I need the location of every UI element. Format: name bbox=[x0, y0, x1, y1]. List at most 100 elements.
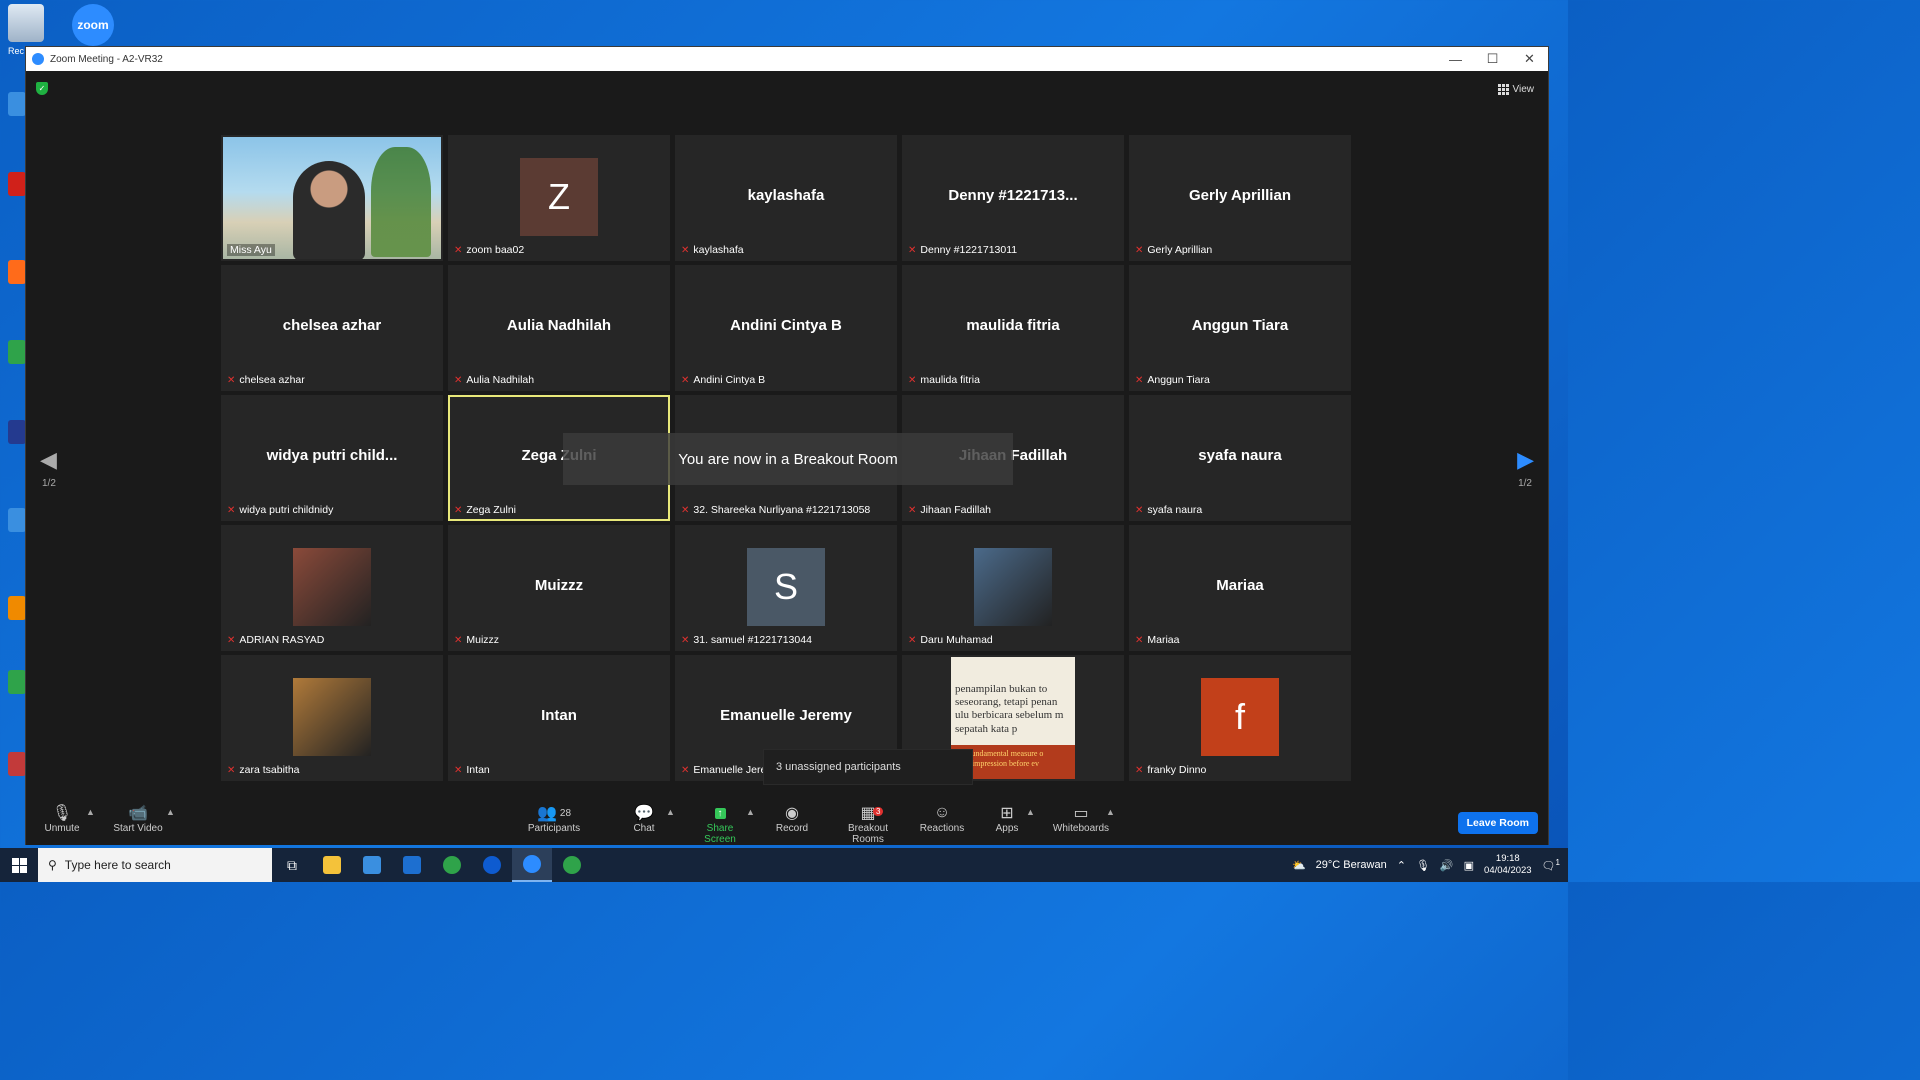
participant-tile[interactable]: kaylashafa ✕ kaylashafa bbox=[675, 135, 897, 261]
participant-name-label: ✕ Muizzz bbox=[454, 634, 499, 646]
minimize-icon[interactable]: — bbox=[1437, 52, 1474, 67]
participant-tile[interactable]: S ✕ 31. samuel #1221713044 bbox=[675, 525, 897, 651]
chat-button[interactable]: 💬 Chat bbox=[629, 803, 659, 834]
zoom-shortcut-icon[interactable]: zoom bbox=[72, 4, 114, 46]
volume-icon[interactable]: 🔊 bbox=[1440, 859, 1454, 872]
taskbar-search[interactable]: ⚲ Type here to search bbox=[38, 848, 272, 882]
maximize-icon[interactable]: ☐ bbox=[1474, 51, 1511, 67]
task-view-icon[interactable]: ⧉ bbox=[272, 848, 312, 882]
participants-count: 28 bbox=[559, 807, 572, 819]
participant-name-label: ✕ Jihaan Fadillah bbox=[908, 504, 991, 516]
participant-tile[interactable]: Andini Cintya B ✕ Andini Cintya B bbox=[675, 265, 897, 391]
whiteboards-button[interactable]: ▭ Whiteboards bbox=[1050, 803, 1112, 834]
start-video-button[interactable]: 📹 Start Video bbox=[112, 803, 164, 834]
participant-name-label: ✕ maulida fitria bbox=[908, 374, 980, 386]
apps-options-caret-icon[interactable]: ▲ bbox=[1026, 807, 1035, 817]
unmute-button[interactable]: 🎙 Unmute bbox=[44, 803, 80, 834]
participant-tile[interactable]: chelsea azhar ✕ chelsea azhar bbox=[221, 265, 443, 391]
participant-tile[interactable]: Aulia Nadhilah ✕ Aulia Nadhilah bbox=[448, 265, 670, 391]
teamviewer-icon[interactable] bbox=[8, 420, 26, 444]
participant-tile[interactable]: Mariaa ✕ Mariaa bbox=[1129, 525, 1351, 651]
firefox-icon[interactable] bbox=[8, 260, 26, 284]
notification-count: 1 bbox=[1555, 857, 1560, 867]
encryption-shield-icon[interactable]: ✓ bbox=[36, 82, 48, 95]
chrome-icon[interactable] bbox=[8, 670, 26, 694]
chrome-icon[interactable] bbox=[8, 340, 26, 364]
notification-icon[interactable]: 🗨1 bbox=[1542, 858, 1560, 873]
participant-tile[interactable]: ✕ Daru Muhamad bbox=[902, 525, 1124, 651]
participant-tile[interactable]: Muizzz ✕ Muizzz bbox=[448, 525, 670, 651]
whiteboards-options-caret-icon[interactable]: ▲ bbox=[1106, 807, 1115, 817]
mic-muted-icon: ✕ bbox=[454, 504, 463, 516]
mic-muted-icon: ✕ bbox=[681, 244, 690, 256]
participant-name-label: ✕ Zega Zulni bbox=[454, 504, 516, 516]
participants-button[interactable]: 👥 28 Participants bbox=[526, 803, 582, 834]
participant-name: Denny #1221713011 bbox=[920, 244, 1018, 256]
view-button[interactable]: View bbox=[1491, 80, 1540, 98]
participant-tile[interactable]: Intan ✕ Intan bbox=[448, 655, 670, 781]
participant-tile[interactable]: ✕ zara tsabitha bbox=[221, 655, 443, 781]
participant-name: Miss Ayu bbox=[230, 244, 272, 256]
whiteboard-icon: ▭ bbox=[1073, 805, 1089, 822]
windows-logo-icon bbox=[11, 857, 27, 873]
file-explorer-icon[interactable] bbox=[312, 848, 352, 882]
participant-tile[interactable]: Denny #1221713... ✕ Denny #1221713011 bbox=[902, 135, 1124, 261]
record-icon: ◉ bbox=[785, 805, 799, 822]
chrome-icon[interactable] bbox=[552, 848, 592, 882]
page-indicator-right: 1/2 bbox=[1518, 478, 1532, 489]
participant-tile[interactable]: maulida fitria ✕ maulida fitria bbox=[902, 265, 1124, 391]
close-icon[interactable]: ✕ bbox=[1511, 51, 1548, 67]
participant-tile[interactable]: Z ✕ zoom baa02 bbox=[448, 135, 670, 261]
winrar-icon[interactable] bbox=[8, 752, 26, 776]
start-button[interactable] bbox=[0, 848, 38, 882]
search-placeholder: Type here to search bbox=[64, 858, 171, 872]
video-options-caret-icon[interactable]: ▲ bbox=[166, 807, 175, 817]
share-screen-label: Share Screen bbox=[704, 823, 736, 845]
participant-tile[interactable]: Gerly Aprillian ✕ Gerly Aprillian bbox=[1129, 135, 1351, 261]
record-button[interactable]: ◉ Record bbox=[774, 803, 810, 834]
participant-name-label: ✕ syafa naura bbox=[1135, 504, 1202, 516]
participant-display-name: Mariaa bbox=[1216, 577, 1264, 594]
participant-display-name: Gerly Aprillian bbox=[1189, 187, 1291, 204]
meeting-toolbar: 🎙 Unmute ▲ 📹 Start Video ▲ 👥 28 Participa… bbox=[26, 799, 1548, 845]
mic-muted-icon: 🎙 bbox=[51, 805, 73, 822]
mic-muted-icon: ✕ bbox=[454, 764, 463, 776]
participant-tile[interactable]: widya putri child... ✕ widya putri childni… bbox=[221, 395, 443, 521]
share-screen-button[interactable]: ↑ Share Screen bbox=[690, 803, 750, 845]
reactions-button[interactable]: ☺ Reactions bbox=[918, 803, 966, 834]
participant-tile[interactable]: syafa naura ✕ syafa naura bbox=[1129, 395, 1351, 521]
recycle-bin-icon[interactable] bbox=[8, 4, 44, 42]
acrobat-icon[interactable] bbox=[8, 172, 26, 196]
vlc-icon[interactable] bbox=[8, 596, 26, 620]
reactions-icon: ☺ bbox=[933, 804, 951, 821]
participant-tile[interactable]: Anggun Tiara ✕ Anggun Tiara bbox=[1129, 265, 1351, 391]
zoom-taskbar-icon[interactable] bbox=[512, 848, 552, 882]
participant-tile[interactable]: ✕ ADRIAN RASYAD bbox=[221, 525, 443, 651]
participant-name: widya putri childnidy bbox=[239, 504, 334, 516]
mail-icon[interactable] bbox=[392, 848, 432, 882]
mic-muted-icon: ✕ bbox=[908, 634, 917, 646]
chevron-up-icon[interactable]: ⌃ bbox=[1397, 859, 1406, 872]
leave-room-button[interactable]: Leave Room bbox=[1457, 812, 1538, 834]
store-icon[interactable] bbox=[352, 848, 392, 882]
teamviewer-icon[interactable] bbox=[472, 848, 512, 882]
weather-text[interactable]: 29°C Berawan bbox=[1316, 859, 1387, 871]
microphone-icon[interactable]: 🎙 bbox=[1416, 859, 1430, 872]
chat-label: Chat bbox=[633, 823, 655, 834]
next-page-icon[interactable]: ▶ bbox=[1517, 447, 1534, 473]
participant-name: Andini Cintya B bbox=[693, 374, 766, 386]
audio-options-caret-icon[interactable]: ▲ bbox=[86, 807, 95, 817]
previous-page-icon[interactable]: ◀ bbox=[40, 447, 57, 473]
zoom-window: Zoom Meeting - A2-VR32 — ☐ ✕ ✓ View ◀ 1/… bbox=[25, 46, 1549, 845]
chrome-icon[interactable] bbox=[432, 848, 472, 882]
apps-button[interactable]: ⊞ Apps bbox=[992, 803, 1022, 834]
edge-icon[interactable] bbox=[8, 92, 26, 116]
participant-tile[interactable]: Miss Ayu bbox=[221, 135, 443, 261]
clock[interactable]: 19:18 04/04/2023 bbox=[1484, 853, 1532, 878]
share-options-caret-icon[interactable]: ▲ bbox=[746, 807, 755, 817]
breakout-rooms-button[interactable]: ▦ 3 Breakout Rooms bbox=[831, 803, 905, 845]
edge-icon[interactable] bbox=[8, 508, 26, 532]
network-icon[interactable]: ▣ bbox=[1464, 859, 1474, 872]
participant-tile[interactable]: f ✕ franky Dinno bbox=[1129, 655, 1351, 781]
chat-options-caret-icon[interactable]: ▲ bbox=[666, 807, 675, 817]
